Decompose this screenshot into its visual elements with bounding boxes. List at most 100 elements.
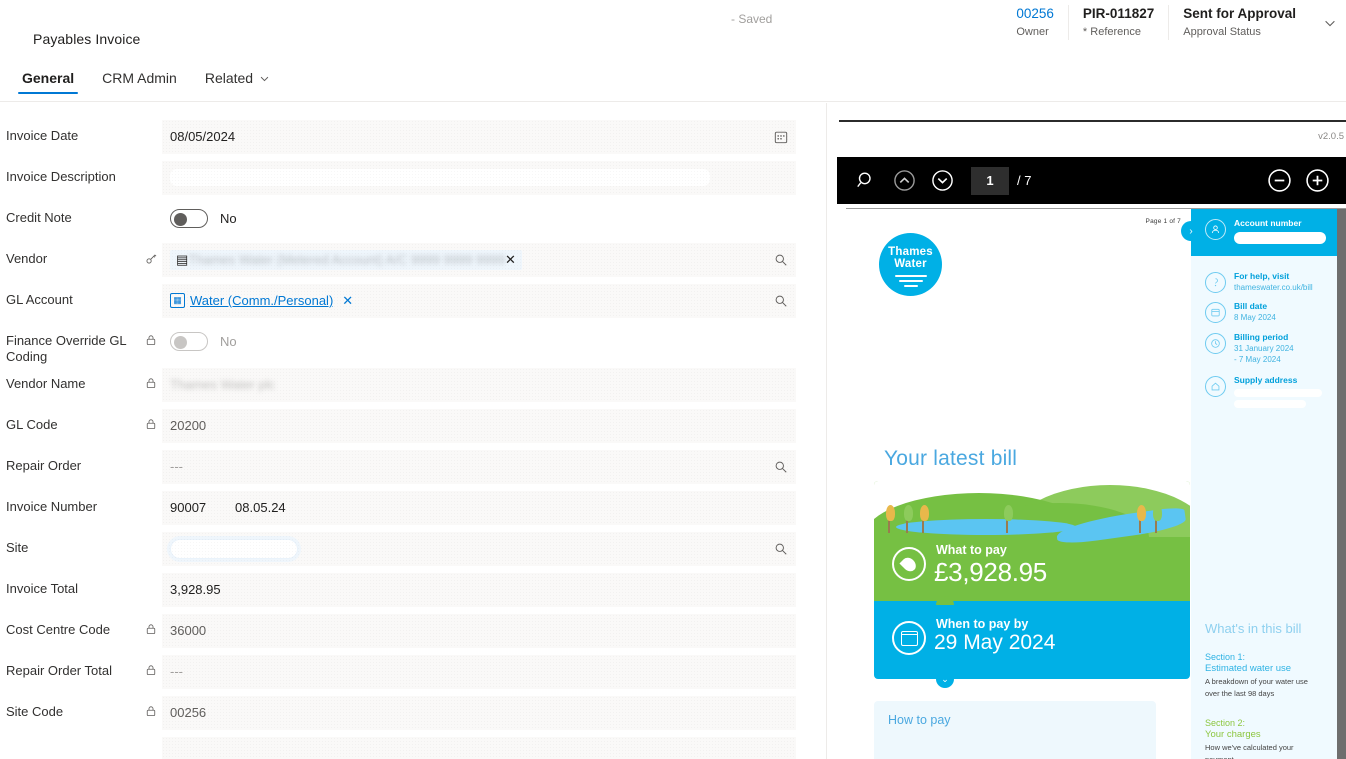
thames-water-logo: Thames Water xyxy=(879,233,942,296)
field-texture xyxy=(162,655,796,688)
tab-strip: General CRM Admin Related xyxy=(0,60,1346,94)
supply-address-item: Supply address xyxy=(1205,375,1329,408)
supply-address-redacted-2 xyxy=(1234,400,1306,408)
site-lookup-input[interactable] xyxy=(162,532,796,566)
calendar-icon[interactable] xyxy=(774,130,788,144)
header-summary: 00256 Owner PIR-011827 * Reference Sent … xyxy=(1002,5,1346,49)
bill-date-label: Bill date xyxy=(1234,301,1268,311)
field-value: --- xyxy=(170,664,183,679)
pdf-toolbar: 1 / 7 xyxy=(837,157,1346,204)
field-texture xyxy=(162,696,796,729)
section-2-number: Section 2: xyxy=(1205,718,1246,728)
general-form: Invoice Date 08/05/2024 Invoice Descript… xyxy=(0,103,826,759)
repair-order-total-value: --- xyxy=(162,655,796,689)
lock-slot xyxy=(140,199,162,211)
reference-label: * Reference xyxy=(1082,26,1142,38)
invoice-description-input[interactable] xyxy=(162,161,796,195)
lock-icon xyxy=(140,652,162,676)
credit-note-toggle[interactable] xyxy=(170,209,208,228)
search-icon[interactable] xyxy=(774,253,788,267)
chevron-down-icon[interactable] xyxy=(1314,7,1346,39)
finance-override-toggle xyxy=(170,332,208,351)
field-invoice-date: Invoice Date 08/05/2024 xyxy=(0,117,826,158)
field-value: 08/05/2024 xyxy=(170,129,236,144)
vendor-lookup-input[interactable]: ▤ Thames Water (Metered Account) A/C 999… xyxy=(162,243,796,277)
finance-override-toggle-host: No xyxy=(162,325,796,359)
field-label: GL Account xyxy=(6,292,73,307)
approval-status-value: Sent for Approval xyxy=(1183,6,1296,21)
vendor-chip[interactable]: ▤ Thames Water (Metered Account) A/C 999… xyxy=(170,249,522,270)
tab-related[interactable]: Related xyxy=(191,70,284,94)
field-label: Invoice Total xyxy=(6,581,79,596)
billing-period-text: Billing period 31 January 2024 - 7 May 2… xyxy=(1234,332,1329,365)
when-to-pay-card: When to pay by 29 May 2024 ⌄ xyxy=(874,601,1190,688)
what-to-pay-card: What to pay £3,928.95 ⌄ xyxy=(874,481,1190,605)
field-finance-override-gl-coding: Finance Override GL Coding No xyxy=(0,322,826,365)
vendor-record-icon: ▤ xyxy=(176,251,189,267)
bill-document-page[interactable]: Page 1 of 7 Thames Water Your latest bil… xyxy=(846,208,1346,759)
lock-icon xyxy=(140,365,162,389)
gl-account-chip-text: Water (Comm./Personal) xyxy=(190,293,334,308)
field-label: Cost Centre Code xyxy=(6,622,111,637)
tab-crm-admin[interactable]: CRM Admin xyxy=(88,70,191,94)
minus-circle-icon[interactable] xyxy=(1264,166,1294,196)
account-number-band: › Account number xyxy=(1181,209,1337,256)
water-drop-icon xyxy=(892,547,926,581)
page-number-input[interactable]: 1 xyxy=(971,166,1009,195)
account-number-label: Account number xyxy=(1234,218,1302,228)
repair-order-lookup-input[interactable]: --- xyxy=(162,450,796,484)
invoice-number-input[interactable]: 90007 08.05.24 xyxy=(162,491,796,525)
vendor-chip-text: Thames Water (Metered Account) A/C 9999 … xyxy=(188,252,506,267)
remove-gl-account-icon[interactable]: ✕ xyxy=(342,293,353,309)
search-icon[interactable] xyxy=(774,460,788,474)
bill-date-text: Bill date 8 May 2024 xyxy=(1234,301,1329,323)
how-to-pay-card: How to pay xyxy=(874,701,1156,759)
section-2-desc-2: payment xyxy=(1205,755,1329,759)
plus-circle-icon[interactable] xyxy=(1302,166,1332,196)
field-invoice-number: Invoice Number 90007 08.05.24 xyxy=(0,488,826,529)
page-total-label: / 7 xyxy=(1017,173,1032,188)
reference-value: PIR-011827 xyxy=(1082,6,1155,21)
remove-vendor-icon[interactable]: ✕ xyxy=(505,252,516,268)
field-texture xyxy=(162,614,796,647)
gl-account-chip[interactable]: ▦ Water (Comm./Personal) ✕ xyxy=(170,293,353,309)
chevron-up-circle-icon[interactable] xyxy=(889,166,919,196)
lock-slot xyxy=(140,734,162,746)
lock-slot xyxy=(140,158,162,170)
gl-account-lookup-input[interactable]: ▦ Water (Comm./Personal) ✕ xyxy=(162,284,796,318)
bill-main-column: Page 1 of 7 Thames Water Your latest bil… xyxy=(846,209,1191,759)
whats-in-bill-heading: What's in this bill xyxy=(1205,621,1302,636)
when-to-pay-label: When to pay by xyxy=(936,617,1029,631)
field-label: Site xyxy=(6,540,29,555)
lock-slot xyxy=(140,447,162,459)
search-icon[interactable] xyxy=(774,294,788,308)
field-next-partial xyxy=(0,734,826,759)
next-field-input[interactable] xyxy=(162,737,796,759)
invoice-total-input[interactable]: 3,928.95 xyxy=(162,573,796,607)
vendor-name-text: Thames Water plc xyxy=(170,377,275,392)
search-icon[interactable] xyxy=(774,542,788,556)
field-value: 36000 xyxy=(170,623,207,638)
owner-cell[interactable]: 00256 Owner xyxy=(1002,5,1068,40)
lock-slot xyxy=(140,281,162,293)
tab-related-label: Related xyxy=(204,70,254,86)
finance-override-value: No xyxy=(220,334,237,349)
chevron-down-circle-icon[interactable] xyxy=(927,166,957,196)
field-invoice-total: Invoice Total 3,928.95 xyxy=(0,570,826,611)
bill-date-item: Bill date 8 May 2024 xyxy=(1205,301,1329,323)
search-icon[interactable] xyxy=(851,166,881,196)
field-site-code: Site Code 00256 xyxy=(0,693,826,734)
invoice-date-input[interactable]: 08/05/2024 xyxy=(162,120,796,154)
when-to-pay-date: 29 May 2024 xyxy=(934,631,1056,654)
tab-general[interactable]: General xyxy=(8,70,88,94)
person-icon xyxy=(1205,219,1226,240)
owner-value[interactable]: 00256 xyxy=(1016,5,1054,23)
credit-note-toggle-host: No xyxy=(162,202,796,236)
field-label: Invoice Date xyxy=(6,128,79,143)
wave-icon xyxy=(879,274,942,287)
owner-label: Owner xyxy=(1016,26,1049,38)
question-icon xyxy=(1205,272,1226,293)
how-to-pay-heading: How to pay xyxy=(888,713,951,727)
redacted-value xyxy=(170,167,766,189)
field-gl-code: GL Code 20200 xyxy=(0,406,826,447)
